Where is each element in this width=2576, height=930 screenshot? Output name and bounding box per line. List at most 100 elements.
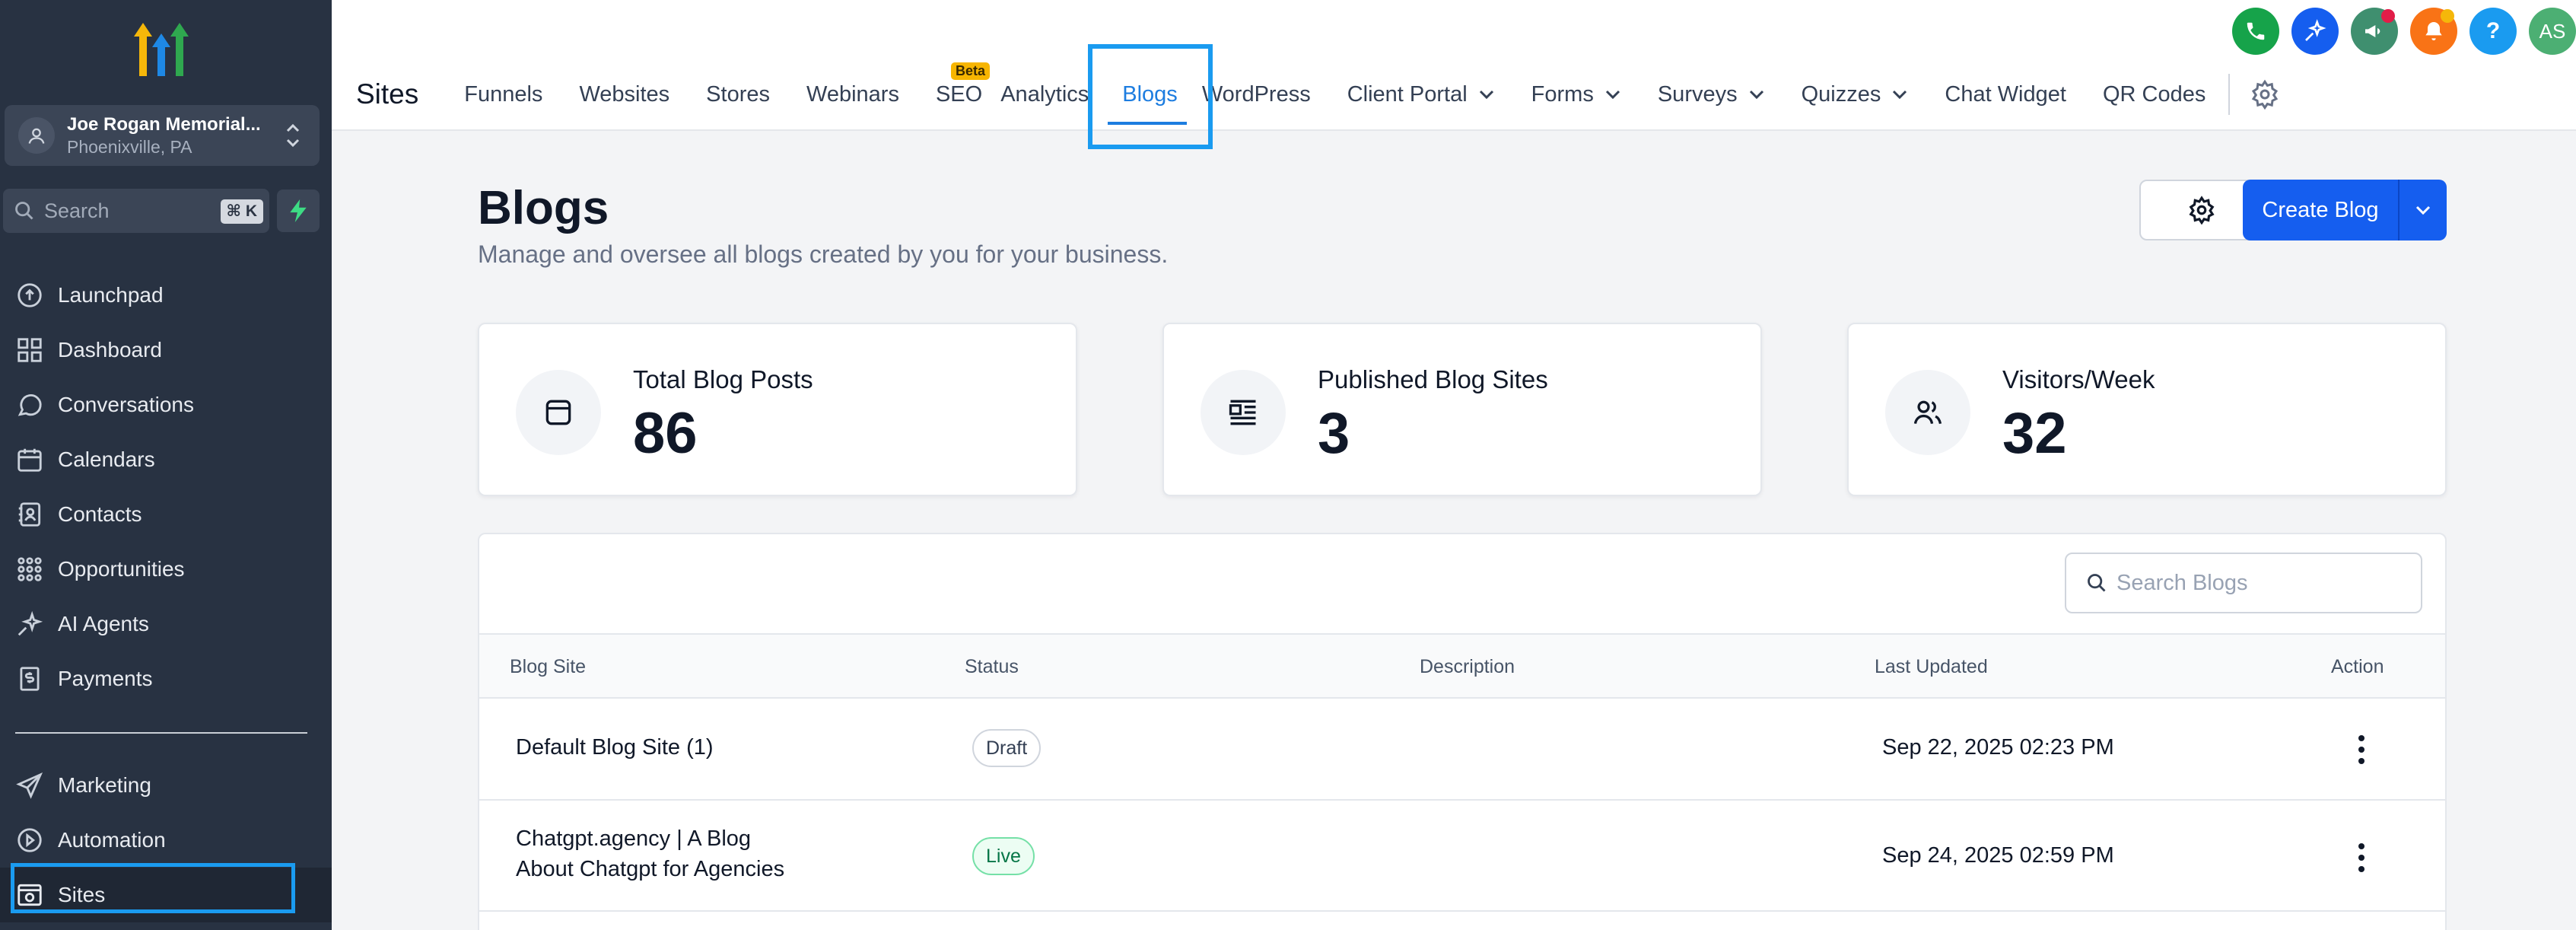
stat-card-published-sites: Published Blog Sites 3 bbox=[1162, 323, 1762, 496]
tab-webinars[interactable]: Webinars bbox=[806, 82, 899, 107]
chat-bubble-icon bbox=[17, 393, 42, 416]
sidebar-item-label: Marketing bbox=[58, 773, 151, 797]
calendar-icon bbox=[17, 448, 42, 472]
ai-assistant-button[interactable] bbox=[2291, 8, 2339, 55]
sites-highlight-box bbox=[11, 863, 295, 913]
blog-site-name-line2[interactable]: About Chatgpt for Agencies bbox=[516, 857, 784, 882]
megaphone-icon bbox=[2365, 25, 2380, 37]
sidebar-item-automation[interactable]: Automation bbox=[0, 813, 332, 868]
stat-value: 32 bbox=[2002, 401, 2067, 466]
chevron-up-down-icon bbox=[286, 123, 300, 148]
more-actions-icon[interactable] bbox=[2346, 731, 2377, 769]
tab-seo[interactable]: SEO Beta bbox=[936, 62, 990, 107]
sidebar-search[interactable]: Search ⌘ K bbox=[3, 189, 269, 233]
blog-site-name[interactable]: Chatgpt.agency | A Blog bbox=[516, 826, 751, 852]
settings-gear-icon[interactable] bbox=[2250, 79, 2280, 110]
notifications-button[interactable] bbox=[2410, 8, 2457, 55]
sidebar-item-marketing[interactable]: Marketing bbox=[0, 758, 332, 813]
help-icon: ? bbox=[2485, 18, 2501, 43]
blog-post-icon bbox=[516, 370, 601, 455]
avatar-initials: AS bbox=[2539, 19, 2566, 43]
page-subtitle: Manage and oversee all blogs created by … bbox=[478, 240, 1169, 268]
search-placeholder: Search bbox=[44, 199, 110, 222]
tab-websites[interactable]: Websites bbox=[579, 82, 669, 107]
more-actions-icon[interactable] bbox=[2346, 839, 2377, 877]
tab-label: Surveys bbox=[1657, 81, 1738, 107]
chevron-down-icon bbox=[1605, 90, 1620, 100]
sidebar-item-calendars[interactable]: Calendars bbox=[0, 432, 332, 487]
tab-label: Forms bbox=[1531, 81, 1594, 107]
column-header-last-updated[interactable]: Last Updated bbox=[1875, 656, 1988, 678]
tab-analytics[interactable]: Analytics bbox=[1000, 82, 1089, 107]
search-blogs-input[interactable]: Search Blogs bbox=[2065, 553, 2422, 613]
column-header-status[interactable]: Status bbox=[965, 656, 1019, 678]
tab-forms[interactable]: Forms bbox=[1531, 82, 1621, 107]
last-updated: Sep 24, 2025 02:59 PM bbox=[1882, 843, 2114, 868]
sidebar-nav: Launchpad Dashboard Conversations Calend… bbox=[0, 268, 332, 706]
chevron-down-icon bbox=[1893, 90, 1907, 100]
column-header-action: Action bbox=[2331, 656, 2384, 677]
tab-label: Quizzes bbox=[1801, 81, 1881, 107]
sidebar-item-ai-agents[interactable]: AI Agents bbox=[0, 597, 332, 651]
contacts-icon bbox=[18, 502, 41, 527]
automation-icon bbox=[17, 828, 42, 852]
column-header-description[interactable]: Description bbox=[1420, 656, 1515, 678]
table-row[interactable]: Default Blog Site (1) Draft Sep 22, 2025… bbox=[479, 699, 2445, 801]
tab-client-portal[interactable]: Client Portal bbox=[1347, 82, 1495, 107]
user-avatar[interactable]: AS bbox=[2529, 8, 2576, 55]
status-badge: Live bbox=[972, 837, 1035, 875]
table-row[interactable]: Chatgpt.agency | A Blog About Chatgpt fo… bbox=[479, 801, 2445, 912]
sidebar-item-opportunities[interactable]: Opportunities bbox=[0, 542, 332, 597]
tab-stores[interactable]: Stores bbox=[706, 82, 770, 107]
tab-wordpress[interactable]: WordPress bbox=[1202, 82, 1311, 107]
create-blog-dropdown[interactable] bbox=[2399, 205, 2447, 215]
announcements-button[interactable] bbox=[2351, 8, 2398, 55]
sidebar: Joe Rogan Memorial... Phoenixville, PA S… bbox=[0, 0, 332, 930]
location-switcher[interactable]: Joe Rogan Memorial... Phoenixville, PA bbox=[5, 105, 320, 166]
chevron-down-icon bbox=[1479, 90, 1493, 100]
search-shortcut: ⌘ K bbox=[220, 199, 263, 224]
sidebar-item-conversations[interactable]: Conversations bbox=[0, 377, 332, 432]
chevron-down-icon bbox=[1749, 90, 1763, 100]
sites-tabs: Sites Funnels Websites Stores Webinars S… bbox=[332, 62, 2280, 119]
sidebar-item-payments[interactable]: Payments bbox=[0, 651, 332, 706]
help-button[interactable]: ? bbox=[2469, 8, 2517, 55]
sidebar-item-label: Automation bbox=[58, 828, 166, 852]
table-header: Blog Site Status Description Last Update… bbox=[479, 633, 2445, 699]
sidebar-item-dashboard[interactable]: Dashboard bbox=[0, 323, 332, 377]
notification-dot bbox=[2441, 9, 2454, 23]
app-logo[interactable] bbox=[131, 20, 193, 78]
quick-actions-button[interactable] bbox=[277, 190, 320, 232]
sidebar-divider bbox=[15, 732, 307, 734]
phone-button[interactable] bbox=[2232, 8, 2279, 55]
tab-qr-codes[interactable]: QR Codes bbox=[2103, 82, 2206, 107]
tab-label: Client Portal bbox=[1347, 81, 1468, 107]
column-header-blog-site[interactable]: Blog Site bbox=[510, 656, 586, 678]
chevron-down-icon bbox=[2415, 205, 2431, 215]
blogs-table: Search Blogs Blog Site Status Descriptio… bbox=[478, 533, 2447, 930]
sidebar-item-label: Opportunities bbox=[58, 557, 185, 581]
stat-value: 86 bbox=[633, 401, 698, 466]
sidebar-item-launchpad[interactable]: Launchpad bbox=[0, 268, 332, 323]
tab-surveys[interactable]: Surveys bbox=[1658, 82, 1765, 107]
page-title: Blogs bbox=[478, 182, 609, 234]
blog-site-name[interactable]: Default Blog Site (1) bbox=[516, 735, 714, 760]
tab-quizzes[interactable]: Quizzes bbox=[1802, 82, 1909, 107]
sparkle-icon bbox=[2305, 19, 2326, 41]
tab-chat-widget[interactable]: Chat Widget bbox=[1945, 82, 2066, 107]
tab-funnels[interactable]: Funnels bbox=[464, 82, 542, 107]
create-blog-label: Create Blog bbox=[2262, 197, 2379, 222]
last-updated: Sep 22, 2025 02:23 PM bbox=[1882, 735, 2114, 760]
send-icon bbox=[16, 772, 43, 799]
opportunities-icon bbox=[17, 557, 42, 581]
stat-label: Visitors/Week bbox=[2002, 365, 2155, 393]
sidebar-item-contacts[interactable]: Contacts bbox=[0, 487, 332, 542]
create-blog-button[interactable]: Create Blog bbox=[2243, 180, 2447, 240]
sidebar-item-label: Launchpad bbox=[58, 283, 164, 307]
beta-badge: Beta bbox=[950, 62, 990, 80]
search-icon bbox=[2088, 574, 2106, 592]
sidebar-item-label: Dashboard bbox=[58, 338, 162, 361]
gear-icon bbox=[2189, 196, 2215, 225]
phone-icon bbox=[2247, 22, 2265, 40]
payments-icon bbox=[20, 667, 40, 691]
